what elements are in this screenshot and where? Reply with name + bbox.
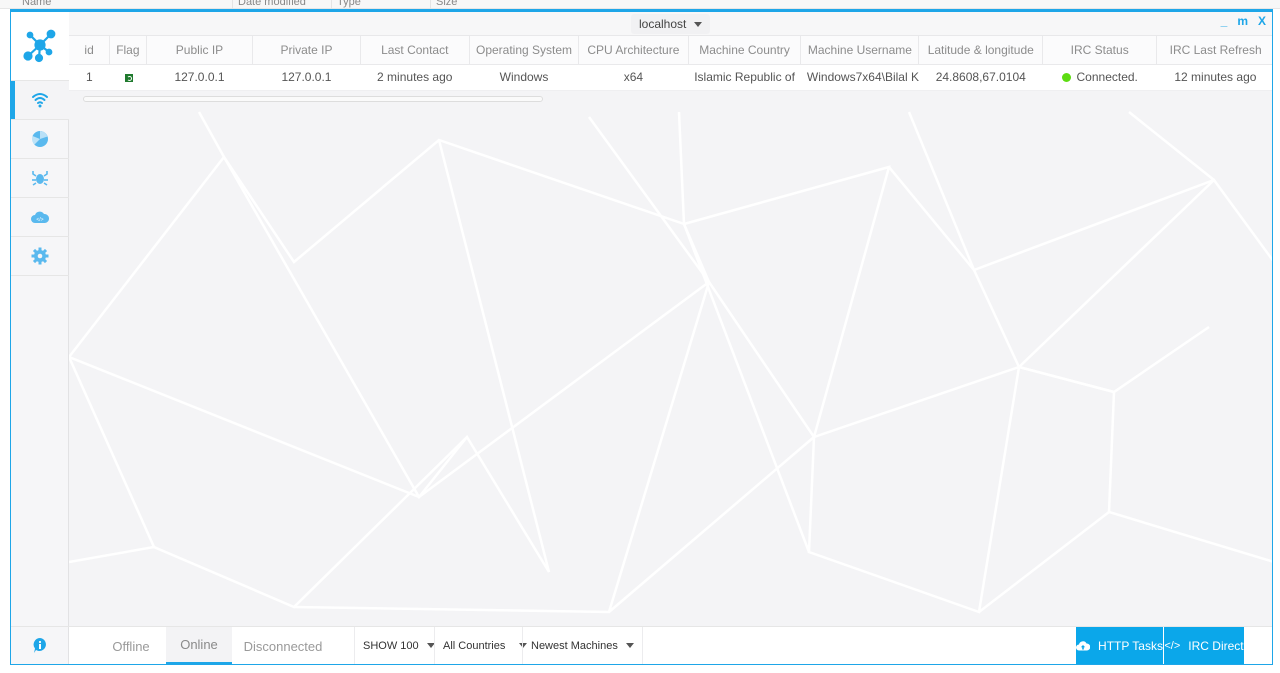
app-logo[interactable] xyxy=(11,12,69,81)
chevron-down-icon xyxy=(694,21,703,27)
sidebar-item-statistics[interactable] xyxy=(11,120,69,159)
sort-label: Newest Machines xyxy=(531,639,618,652)
cell-country: Islamic Republic of xyxy=(688,64,801,91)
main-panel: localhost _ m X id Flag Public IP Privat… xyxy=(69,12,1272,664)
server-dropdown[interactable]: localhost xyxy=(631,14,711,34)
table-header-row: id Flag Public IP Private IP Last Contac… xyxy=(69,36,1272,65)
cell-irc-last-refresh: 12 minutes ago xyxy=(1156,64,1272,91)
bug-icon xyxy=(32,171,48,186)
tab-online[interactable]: Online xyxy=(166,627,232,664)
cell-id: 1 xyxy=(69,64,110,91)
table-row[interactable]: 1 127.0.0.1 127.0.0.1 2 minutes ago Wind… xyxy=(69,64,1272,91)
http-tasks-label: HTTP Tasks xyxy=(1098,638,1163,653)
cell-os: Windows xyxy=(469,64,579,91)
cell-public-ip: 127.0.0.1 xyxy=(146,64,253,91)
app-window: </> localhost _ m X id Flag Public IP Pr… xyxy=(10,9,1273,665)
divider xyxy=(331,0,332,9)
horizontal-scrollbar[interactable] xyxy=(83,96,543,102)
background-polygon-pattern xyxy=(69,111,1272,614)
column-type: Type xyxy=(337,0,361,8)
wifi-icon xyxy=(32,93,48,108)
irc-direct-button[interactable]: </> IRC Direct xyxy=(1164,627,1244,664)
tab-disconnected[interactable]: Disconnected xyxy=(232,627,334,664)
show-count-label: SHOW 100 xyxy=(363,639,419,652)
status-dot-icon xyxy=(1061,73,1071,82)
cell-flag xyxy=(109,64,147,91)
window-controls: _ m X xyxy=(1221,14,1266,28)
header-flag[interactable]: Flag xyxy=(109,36,147,65)
server-name: localhost xyxy=(639,17,687,31)
cell-username: Windows7x64\Bilal Kl xyxy=(800,64,919,91)
tab-offline[interactable]: Offline xyxy=(99,627,163,664)
header-last-contact[interactable]: Last Contact xyxy=(360,36,470,65)
cell-last-contact: 2 minutes ago xyxy=(360,64,470,91)
cloud-upload-icon xyxy=(1076,641,1091,651)
header-username[interactable]: Machine Username xyxy=(800,36,920,65)
gear-icon xyxy=(31,247,49,265)
country-filter-dropdown[interactable]: All Countries xyxy=(434,627,535,664)
show-count-dropdown[interactable]: SHOW 100 xyxy=(354,627,443,664)
maximize-button[interactable]: m xyxy=(1237,14,1248,28)
machines-table: id Flag Public IP Private IP Last Contac… xyxy=(69,36,1272,91)
sidebar-item-cloud[interactable]: </> xyxy=(11,198,69,237)
column-name: Name xyxy=(22,0,52,8)
network-hub-icon xyxy=(23,29,56,63)
divider xyxy=(430,0,431,9)
cell-latlng: 24.8608,67.0104 xyxy=(918,64,1043,91)
header-os[interactable]: Operating System xyxy=(469,36,580,65)
sidebar-item-connections[interactable] xyxy=(11,81,69,120)
http-tasks-button[interactable]: HTTP Tasks xyxy=(1076,627,1163,664)
cell-cpu: x64 xyxy=(578,64,689,91)
header-irc-last-refresh[interactable]: IRC Last Refresh xyxy=(1156,36,1272,65)
sort-dropdown[interactable]: Newest Machines xyxy=(522,627,643,664)
info-icon xyxy=(33,637,46,653)
code-icon: </> xyxy=(1164,639,1181,652)
pie-chart-icon xyxy=(31,131,48,147)
header-latlng[interactable]: Latitude & longitude xyxy=(918,36,1044,65)
irc-direct-label: IRC Direct xyxy=(1188,638,1244,653)
sidebar-item-bugs[interactable] xyxy=(11,159,69,198)
bottom-bar: Offline Online Disconnected SHOW 100 All… xyxy=(69,626,1272,664)
chevron-down-icon xyxy=(625,643,634,648)
irc-status-text: Connected. xyxy=(1076,70,1138,84)
header-private-ip[interactable]: Private IP xyxy=(252,36,361,65)
top-bar: localhost _ m X xyxy=(69,12,1272,36)
header-country[interactable]: Machine Country xyxy=(688,36,802,65)
column-date-modified: Date modified xyxy=(238,0,306,8)
pakistan-flag-icon xyxy=(122,73,134,82)
header-public-ip[interactable]: Public IP xyxy=(146,36,254,65)
background-explorer-window: Name Date modified Type Size xyxy=(0,0,1280,9)
country-filter-label: All Countries xyxy=(443,639,506,652)
sidebar-item-settings[interactable] xyxy=(11,237,69,276)
sidebar: </> xyxy=(11,12,69,664)
svg-text:</>: </> xyxy=(36,217,43,223)
header-id[interactable]: id xyxy=(69,36,111,65)
header-irc-status[interactable]: IRC Status xyxy=(1042,36,1158,65)
column-size: Size xyxy=(436,0,458,8)
header-cpu[interactable]: CPU Architecture xyxy=(578,36,689,65)
cell-private-ip: 127.0.0.1 xyxy=(252,64,361,91)
info-button[interactable] xyxy=(11,626,69,664)
cell-irc-status: Connected. xyxy=(1042,64,1157,91)
cloud-code-icon: </> xyxy=(31,211,49,223)
minimize-button[interactable]: _ xyxy=(1221,14,1228,28)
divider xyxy=(232,0,233,9)
close-button[interactable]: X xyxy=(1258,14,1266,28)
